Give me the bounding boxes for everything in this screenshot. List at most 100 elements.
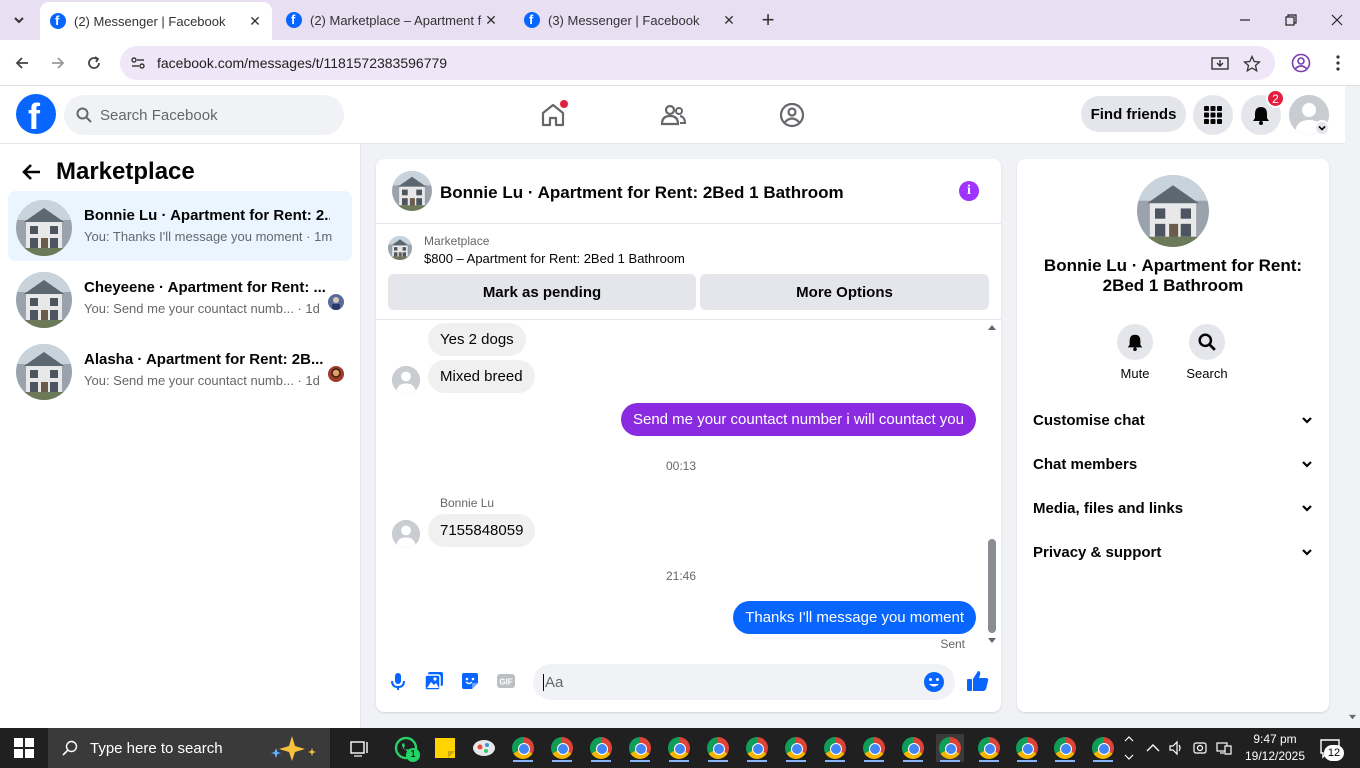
chrome-taskbar-app[interactable] (899, 734, 927, 762)
minimize-button[interactable] (1225, 6, 1265, 34)
conversation-item-cheyeene[interactable]: Cheyeene · Apartment for Rent: ... You: … (8, 263, 352, 333)
more-options-button[interactable]: More Options (700, 274, 989, 310)
message-input[interactable]: Aa (533, 664, 955, 700)
sender-avatar[interactable] (392, 520, 420, 548)
search-icon (1189, 324, 1225, 360)
chat-title[interactable]: Bonnie Lu · Apartment for Rent: 2Bed 1 B… (440, 183, 844, 203)
outgoing-message[interactable]: Thanks I'll message you moment (733, 601, 976, 634)
close-window-button[interactable] (1317, 6, 1357, 34)
home-nav-button[interactable] (536, 98, 570, 132)
menu-grid-button[interactable] (1193, 95, 1233, 135)
network-icon[interactable] (1216, 740, 1232, 756)
like-button[interactable] (966, 669, 990, 693)
taskbar-search-box[interactable]: Type here to search (48, 728, 330, 768)
account-menu-chevron[interactable] (1314, 120, 1330, 136)
chat-members-section[interactable]: Chat members (1033, 450, 1313, 478)
back-button[interactable] (8, 50, 36, 76)
incoming-message[interactable]: 7155848059 (428, 514, 536, 547)
sticker-button[interactable] (458, 669, 482, 693)
mark-as-pending-button[interactable]: Mark as pending (388, 274, 696, 310)
install-app-icon[interactable] (1210, 54, 1230, 74)
customise-chat-section[interactable]: Customise chat (1033, 406, 1313, 434)
friends-nav-button[interactable] (656, 98, 690, 132)
tab-search-button[interactable] (6, 8, 32, 32)
media-files-links-section[interactable]: Media, files and links (1033, 494, 1313, 522)
arrow-left-icon (15, 57, 28, 69)
attach-photo-button[interactable] (422, 669, 446, 693)
conversation-item-alasha[interactable]: Alasha · Apartment for Rent: 2B... You: … (8, 335, 352, 405)
reload-button[interactable] (80, 50, 108, 76)
gif-button[interactable]: GIF (494, 669, 518, 693)
search-in-conversation-button[interactable]: Search (1177, 324, 1237, 381)
system-tray (1124, 728, 1232, 768)
chrome-taskbar-app[interactable] (548, 734, 576, 762)
bookmark-star-icon[interactable] (1242, 54, 1262, 74)
taskbar-scroll-icon[interactable] (1124, 733, 1134, 763)
chrome-taskbar-app[interactable] (626, 734, 654, 762)
meet-now-icon[interactable] (1192, 740, 1208, 756)
browser-menu-icon[interactable] (1328, 53, 1348, 73)
chrome-taskbar-app[interactable] (1089, 734, 1117, 762)
scroll-down-icon[interactable] (1348, 714, 1357, 721)
emoji-icon[interactable] (923, 671, 945, 693)
sticky-notes-taskbar-app[interactable] (431, 734, 459, 762)
address-bar[interactable]: facebook.com/messages/t/1181572383596779 (120, 46, 1275, 80)
chrome-taskbar-app[interactable] (975, 734, 1003, 762)
close-tab-icon[interactable]: ✕ (246, 12, 264, 30)
windows-start-button[interactable] (14, 738, 34, 758)
thread-scrollbar[interactable] (986, 321, 998, 651)
chrome-taskbar-app-focused[interactable] (936, 734, 964, 762)
listing-title[interactable]: $800 – Apartment for Rent: 2Bed 1 Bathro… (424, 251, 685, 266)
profile-icon[interactable] (1291, 53, 1311, 73)
scroll-down-icon[interactable] (987, 637, 997, 645)
snipping-tool-taskbar-app[interactable] (470, 734, 498, 762)
site-settings-icon[interactable] (130, 55, 146, 71)
outgoing-message[interactable]: Send me your countact number i will coun… (620, 403, 976, 436)
new-tab-button[interactable]: + (756, 7, 780, 32)
conversation-name: Cheyeene · Apartment for Rent: ... (84, 279, 326, 296)
groups-nav-button[interactable] (775, 98, 809, 132)
maximize-button[interactable] (1271, 6, 1311, 34)
chrome-taskbar-app[interactable] (587, 734, 615, 762)
whatsapp-taskbar-app[interactable]: 1 (392, 734, 420, 762)
find-friends-button[interactable]: Find friends (1081, 96, 1186, 132)
tab-messenger-2[interactable]: (3) Messenger | Facebook ✕ (514, 0, 746, 40)
forward-button[interactable] (44, 50, 72, 76)
privacy-support-section[interactable]: Privacy & support (1033, 538, 1313, 566)
facebook-logo-icon[interactable]: f (16, 94, 56, 137)
voice-clip-button[interactable] (386, 669, 410, 693)
facebook-search-input[interactable]: Search Facebook (64, 95, 344, 135)
volume-icon[interactable] (1168, 740, 1184, 756)
chrome-taskbar-app[interactable] (1013, 734, 1041, 762)
show-hidden-icons-icon[interactable] (1146, 743, 1160, 753)
chrome-taskbar-app[interactable] (782, 734, 810, 762)
tab-marketplace[interactable]: (2) Marketplace – Apartment fo ✕ (276, 0, 508, 40)
chrome-taskbar-app[interactable] (509, 734, 537, 762)
chrome-taskbar-app[interactable] (821, 734, 849, 762)
details-listing-thumbnail[interactable] (1137, 175, 1209, 247)
chrome-taskbar-app[interactable] (860, 734, 888, 762)
listing-mini-thumbnail[interactable] (388, 236, 412, 260)
chrome-taskbar-app[interactable] (1051, 734, 1079, 762)
mute-button[interactable]: Mute (1105, 324, 1165, 381)
chrome-taskbar-app[interactable] (704, 734, 732, 762)
back-arrow-button[interactable] (16, 156, 48, 188)
notifications-button[interactable]: 2 (1241, 89, 1285, 135)
taskbar-clock[interactable]: 9:47 pm 19/12/2025 (1240, 731, 1310, 765)
chat-listing-thumbnail[interactable] (392, 171, 432, 211)
scrollbar-thumb[interactable] (988, 539, 996, 633)
active-app-indicator (786, 760, 806, 762)
incoming-message[interactable]: Mixed breed (428, 360, 535, 393)
close-tab-icon[interactable]: ✕ (720, 11, 738, 29)
conversation-item-bonnie[interactable]: Bonnie Lu · Apartment for Rent: 2... You… (8, 191, 352, 261)
close-tab-icon[interactable]: ✕ (482, 11, 500, 29)
conversation-info-icon[interactable]: i (959, 181, 979, 201)
chrome-taskbar-app[interactable] (665, 734, 693, 762)
task-view-button[interactable] (346, 734, 374, 762)
incoming-message[interactable]: Yes 2 dogs (428, 323, 526, 356)
scroll-up-icon[interactable] (987, 323, 997, 331)
tab-messenger[interactable]: (2) Messenger | Facebook ✕ (40, 2, 272, 40)
sender-avatar[interactable] (392, 366, 420, 394)
page-scrollbar[interactable] (1345, 86, 1360, 728)
chrome-taskbar-app[interactable] (743, 734, 771, 762)
